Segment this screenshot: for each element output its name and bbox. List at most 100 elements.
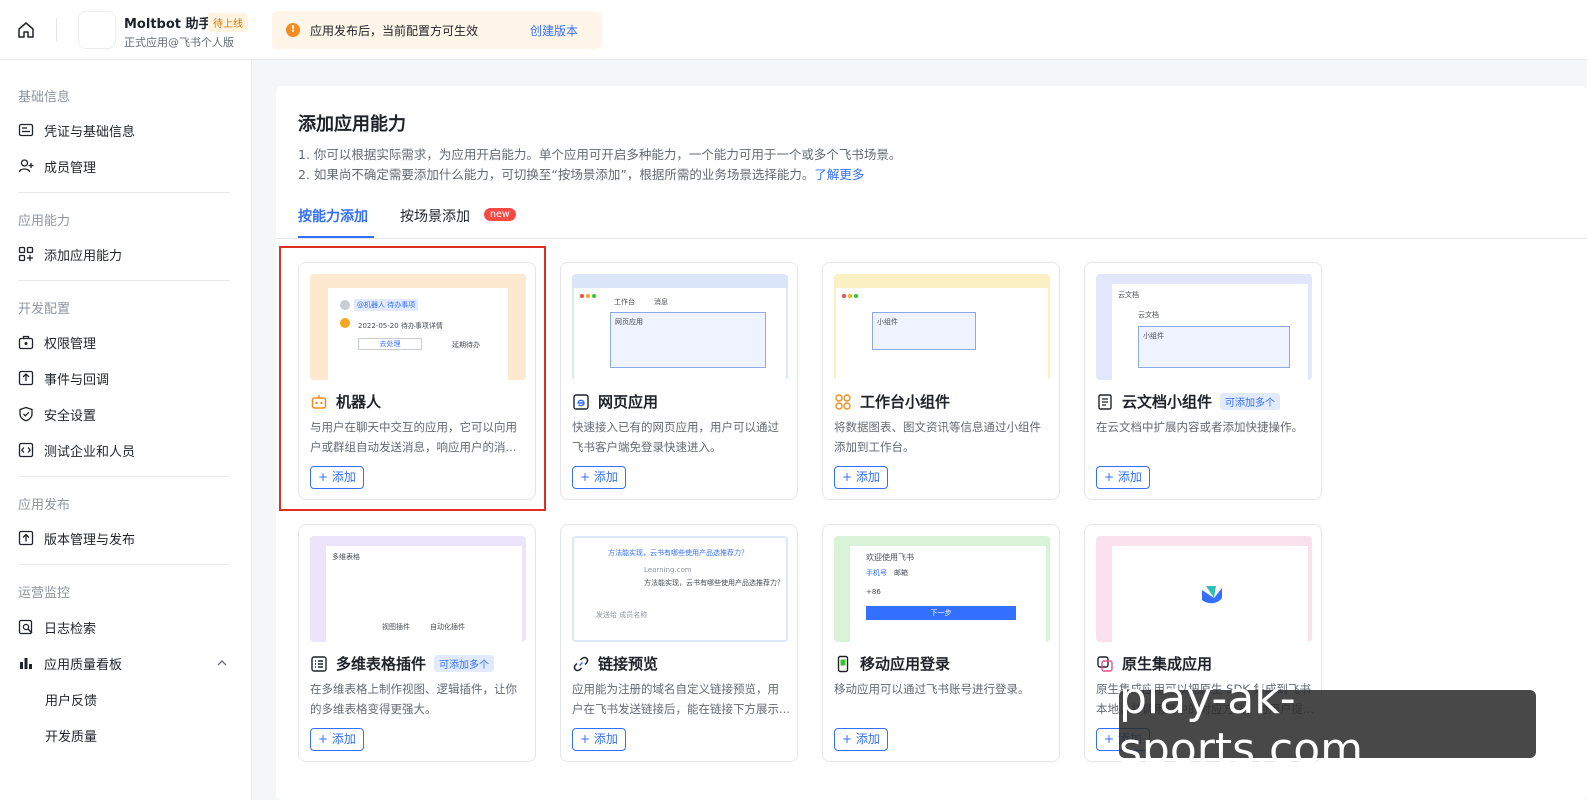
window-dot bbox=[586, 294, 590, 298]
preview-window: 方法能实现，云书有哪些使用产品选推荐力？ Learning.com 方法能实现，… bbox=[574, 538, 786, 640]
description-line-1: 1. 你可以根据实际需求，为应用开启能力。单个应用可开启多种能力，一个能力可用于… bbox=[298, 147, 902, 162]
sidebar-item-permissions[interactable]: 权限管理 bbox=[18, 331, 96, 353]
sidebar-item-quality-board[interactable]: 应用质量看板 bbox=[18, 652, 122, 674]
table-icon bbox=[310, 655, 328, 673]
sidebar-item-credentials[interactable]: 凭证与基础信息 bbox=[18, 119, 135, 141]
sidebar-item-events[interactable]: 事件与回调 bbox=[18, 367, 109, 389]
sidebar-item-test-enterprise[interactable]: 测试企业和人员 bbox=[18, 439, 135, 461]
sidebar-item-add-capability[interactable]: 添加应用能力 bbox=[18, 243, 122, 265]
mobile-login-preview: 欢迎使用飞书 手机号 邮箱 +86 下一步 bbox=[834, 536, 1050, 642]
add-web-app-button[interactable]: + 添加 bbox=[572, 466, 626, 489]
preview-box-label: 小组件 bbox=[1143, 332, 1164, 340]
add-base-plugin-button[interactable]: + 添加 bbox=[310, 728, 364, 751]
sidebar-item-security[interactable]: 安全设置 bbox=[18, 403, 96, 425]
card-description: 移动应用可以通过飞书账号进行登录。 bbox=[834, 682, 1030, 696]
capability-card-doc-widget[interactable]: 云文档 云文档 小组件 云文档小组件 可添加多个 在云文档中扩展内容或者添加快捷… bbox=[1084, 262, 1322, 500]
base-plugin-preview: 多维表格 视图插件 自动化插件 bbox=[310, 536, 526, 642]
card-header: 链接预览 bbox=[572, 653, 658, 674]
notice-text: 应用发布后，当前配置方可生效 bbox=[310, 24, 479, 38]
capability-card-web-app[interactable]: 工作台 消息 网页应用 网页应用 快速接入已有的网页应用，用户可以通过飞书客户端… bbox=[560, 262, 798, 500]
capability-card-link-preview[interactable]: 方法能实现，云书有哪些使用产品选推荐力？ Learning.com 方法能实现，… bbox=[560, 524, 798, 762]
app-avatar bbox=[78, 11, 116, 49]
section-ops-monitor: 运营监控 bbox=[18, 586, 71, 601]
new-badge: new bbox=[484, 208, 516, 221]
card-title: 原生集成应用 bbox=[1122, 655, 1213, 673]
tab-by-capability[interactable]: 按能力添加 bbox=[298, 206, 368, 226]
link-icon bbox=[572, 655, 590, 673]
capability-card-base-plugin[interactable]: 多维表格 视图插件 自动化插件 多维表格插件 可添加多个 在多维表格上制作视图、… bbox=[298, 524, 536, 762]
window-dot bbox=[854, 294, 858, 298]
home-icon[interactable] bbox=[14, 18, 38, 42]
bar-chart-icon bbox=[18, 655, 34, 671]
feishu-logo-icon bbox=[1202, 586, 1222, 604]
card-title: 云文档小组件 bbox=[1122, 393, 1213, 411]
sidebar-item-label: 成员管理 bbox=[44, 160, 97, 176]
add-workplace-widget-button[interactable]: + 添加 bbox=[834, 466, 888, 489]
widget-icon bbox=[834, 393, 852, 411]
sidebar-item-dev-quality[interactable]: 开发质量 bbox=[45, 724, 97, 746]
shield-icon bbox=[18, 406, 34, 422]
window-dot bbox=[842, 294, 846, 298]
tab-by-scenario[interactable]: 按场景添加 bbox=[400, 206, 470, 226]
add-mobile-login-button[interactable]: + 添加 bbox=[834, 728, 888, 751]
preview-window: 小组件 bbox=[836, 288, 1048, 380]
preview-question: 方法能实现，云书有哪些使用产品选推荐力？ bbox=[608, 549, 748, 557]
sidebar-item-members[interactable]: 成员管理 bbox=[18, 155, 96, 177]
preview-tab: 邮箱 bbox=[894, 569, 908, 577]
sidebar-divider bbox=[18, 476, 230, 477]
watermark: play-ak-sports.com bbox=[1119, 673, 1536, 775]
web-app-preview: 工作台 消息 网页应用 bbox=[572, 274, 788, 380]
page-title: 添加应用能力 bbox=[298, 114, 406, 135]
preview-button: 下一步 bbox=[866, 606, 1016, 620]
sidebar-item-label: 事件与回调 bbox=[44, 372, 110, 388]
card-title: 工作台小组件 bbox=[860, 393, 951, 411]
code-icon bbox=[18, 442, 34, 458]
window-dot bbox=[848, 294, 852, 298]
top-divider bbox=[56, 18, 57, 42]
grid-add-icon bbox=[18, 246, 34, 262]
capability-card-workplace-widget[interactable]: 小组件 工作台小组件 将数据图表、图文资讯等信息通过小组件添加到工作台。 + 添… bbox=[822, 262, 1060, 500]
add-link-preview-button[interactable]: + 添加 bbox=[572, 728, 626, 751]
preview-label: 自动化插件 bbox=[430, 623, 465, 631]
sidebar-item-label: 凭证与基础信息 bbox=[44, 124, 136, 140]
app-subtitle: 正式应用@飞书个人版 bbox=[124, 36, 234, 49]
card-description: 应用能为注册的域名自定义链接预览，用户在飞书发送链接后，能在链接下方展示... bbox=[572, 682, 790, 716]
multi-add-tag: 可添加多个 bbox=[1220, 393, 1281, 410]
preview-url: Learning.com bbox=[644, 566, 692, 574]
mobile-icon bbox=[834, 655, 852, 673]
create-version-link[interactable]: 创建版本 bbox=[530, 22, 578, 39]
sidebar-item-label: 添加应用能力 bbox=[44, 248, 123, 264]
sidebar-divider bbox=[18, 192, 230, 193]
preview-tab: 手机号 bbox=[866, 569, 887, 577]
sidebar-item-label: 权限管理 bbox=[44, 336, 97, 352]
card-title: 网页应用 bbox=[598, 393, 659, 411]
card-description: 快速接入已有的网页应用，用户可以通过飞书客户端免登录快速进入。 bbox=[572, 420, 779, 454]
description-text: 2. 如果尚不确定需要添加什么能力，可切换至“按场景添加”，根据所需的业务场景选… bbox=[298, 167, 815, 182]
card-header: 网页应用 bbox=[572, 391, 658, 412]
learn-more-link[interactable]: 了解更多 bbox=[814, 167, 864, 182]
warning-icon: ! bbox=[286, 23, 300, 37]
sidebar-item-log-search[interactable]: 日志检索 bbox=[18, 616, 96, 638]
preview-box-label: 网页应用 bbox=[615, 318, 643, 326]
capability-card-mobile-login[interactable]: 欢迎使用飞书 手机号 邮箱 +86 下一步 移动应用登录 移动应用可以通过飞书账… bbox=[822, 524, 1060, 762]
preview-box: 小组件 bbox=[1138, 326, 1290, 368]
preview-back: 云文档 bbox=[1118, 291, 1139, 299]
window-dot bbox=[580, 294, 584, 298]
preview-tab: 消息 bbox=[654, 298, 668, 306]
preview-box: 网页应用 bbox=[610, 312, 766, 368]
preview-title: 云文档 bbox=[1138, 311, 1159, 319]
chevron-up-icon[interactable] bbox=[216, 657, 228, 669]
preview-window: 欢迎使用飞书 手机号 邮箱 +86 下一步 bbox=[850, 546, 1046, 642]
selection-highlight bbox=[279, 246, 546, 511]
add-doc-widget-button[interactable]: + 添加 bbox=[1096, 466, 1150, 489]
preview-window: 工作台 消息 网页应用 bbox=[574, 288, 786, 380]
sidebar-item-user-feedback[interactable]: 用户反馈 bbox=[45, 688, 97, 710]
sidebar-item-version-release[interactable]: 版本管理与发布 bbox=[18, 527, 135, 549]
user-add-icon bbox=[18, 158, 34, 174]
preview-box: 小组件 bbox=[872, 312, 976, 350]
widget-preview: 小组件 bbox=[834, 274, 1050, 380]
upload-icon bbox=[18, 530, 34, 546]
card-header: 原生集成应用 bbox=[1096, 653, 1212, 674]
event-icon bbox=[18, 370, 34, 386]
card-description: 在云文档中扩展内容或者添加快捷操作。 bbox=[1096, 420, 1303, 434]
